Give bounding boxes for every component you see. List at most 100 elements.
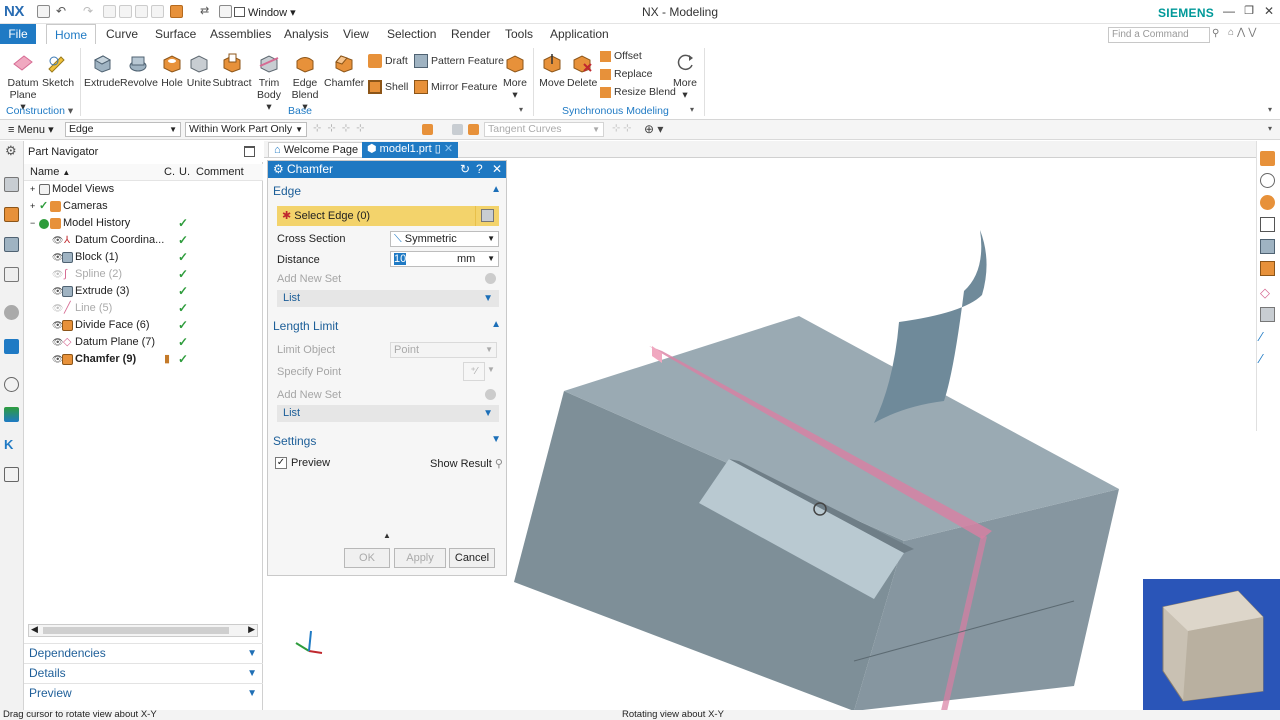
edge-blend-button[interactable]: Edge Blend ▾ <box>288 52 322 113</box>
web-browser-icon[interactable] <box>4 339 19 354</box>
orient-view-icon[interactable] <box>1260 239 1275 254</box>
tree-row-model-views[interactable]: + Model Views <box>24 181 263 198</box>
tree-row-block[interactable]: 👁 Block (1) ✓ <box>24 249 263 266</box>
shell-button[interactable]: Shell <box>368 80 408 94</box>
ok-button[interactable]: OK <box>344 548 390 568</box>
section-length-limit-header[interactable]: Length Limit ▲ <box>273 319 501 333</box>
ribbon-options-icon[interactable]: ⌂⋀⋁ <box>1228 27 1259 38</box>
hole-button[interactable]: Hole <box>158 52 186 89</box>
tab-analysis[interactable]: Analysis <box>284 27 329 41</box>
datum-filter-icon[interactable]: ◇ <box>1260 285 1275 300</box>
feature-filter-icon[interactable] <box>468 124 479 135</box>
add-new-set-icon-2[interactable] <box>485 389 496 400</box>
tab-model1-prt[interactable]: ⬢ model1.prt ▯ ✕ <box>362 142 459 158</box>
tree-row-line[interactable]: 👁 ╱ Line (5) ✓ <box>24 300 263 317</box>
window-menu[interactable]: Window ▾ <box>234 6 296 19</box>
cut-icon[interactable] <box>103 5 116 18</box>
tree-row-extrude[interactable]: 👁 Extrude (3) ✓ <box>24 283 263 300</box>
switch-window-icon[interactable] <box>219 5 232 18</box>
minimize-icon[interactable]: — <box>1221 4 1237 18</box>
tab-file[interactable]: File <box>0 24 36 44</box>
extrude-button[interactable]: Extrude <box>84 52 120 89</box>
tree-row-model-history[interactable]: − Model History ✓ <box>24 215 263 232</box>
sketch-button[interactable]: Sketch <box>42 52 74 89</box>
tab-surface[interactable]: Surface <box>155 27 196 41</box>
hd3d-tools-icon[interactable] <box>4 305 19 320</box>
mirror-feature-button[interactable]: Mirror Feature <box>414 80 498 94</box>
group-construction[interactable]: Construction ▾ <box>6 105 73 117</box>
roles-icon[interactable]: K <box>4 437 19 452</box>
curve-filter-icon[interactable]: ∕ <box>1260 329 1275 344</box>
selection-tools-icons[interactable]: ⊹⊹⊹⊹ <box>313 123 371 134</box>
revolve-button[interactable]: Revolve <box>120 52 158 89</box>
pattern-feature-button[interactable]: Pattern Feature <box>414 54 504 68</box>
copy-icon[interactable] <box>119 5 132 18</box>
offset-region-button[interactable]: Offset <box>600 50 642 62</box>
tab-application[interactable]: Application <box>550 27 609 41</box>
hide-show-icon[interactable] <box>1260 173 1275 188</box>
constraint-navigator-icon[interactable] <box>4 207 19 222</box>
point-dialog-icon[interactable]: ⁺⁄ <box>463 362 485 381</box>
find-command-input[interactable]: Find a Command <box>1108 27 1210 43</box>
preview-checkbox[interactable]: ✓ <box>275 457 287 469</box>
add-new-set-icon[interactable] <box>485 273 496 284</box>
process-studio-icon[interactable] <box>4 407 19 422</box>
limit-object-select[interactable]: Point ▼ <box>390 342 497 358</box>
select-edge-row[interactable]: ✱ Select Edge (0) <box>277 206 475 226</box>
help-icon[interactable]: ? <box>476 161 483 178</box>
select-edge-button[interactable] <box>475 206 499 226</box>
menu-button[interactable]: ≡ Menu ▾ <box>8 123 54 136</box>
undo-icon[interactable]: ↶ <box>56 4 66 18</box>
cross-section-select[interactable]: ⟍ Symmetric ▼ <box>390 231 499 247</box>
show-result-button[interactable]: Show Result ⚲ <box>430 457 503 470</box>
close-icon[interactable]: ✕ <box>1261 4 1277 18</box>
navigator-horizontal-scrollbar[interactable]: ◀ ▶ <box>28 624 258 637</box>
fit-view-icon[interactable] <box>1260 217 1275 232</box>
section-edge-header[interactable]: Edge ▲ <box>273 184 501 198</box>
stop-at-intersection-icon[interactable]: ⊹ ⊹ <box>612 123 632 134</box>
column-u[interactable]: U. <box>179 166 190 178</box>
curve-rule-select[interactable]: Tangent Curves ▼ <box>484 122 604 137</box>
line-filter-icon[interactable]: ⁄ <box>1260 351 1275 366</box>
tab-assemblies[interactable]: Assemblies <box>210 27 271 41</box>
part-navigator-icon[interactable] <box>4 237 19 252</box>
snap-icon[interactable] <box>422 124 433 135</box>
tab-curve[interactable]: Curve <box>106 27 138 41</box>
unite-button[interactable]: Unite <box>184 52 214 89</box>
cancel-button[interactable]: Cancel <box>449 548 495 568</box>
system-scenes-icon[interactable] <box>4 467 19 482</box>
tree-row-chamfer[interactable]: 👁 Chamfer (9) ▮ ✓ <box>24 351 263 368</box>
point-dropdown-icon[interactable]: ▼ <box>487 365 495 374</box>
tab-selection[interactable]: Selection <box>387 27 436 41</box>
section-view-icon[interactable] <box>1260 261 1275 276</box>
section-settings-header[interactable]: Settings ▼ <box>273 434 501 448</box>
tab-tools[interactable]: Tools <box>505 27 533 41</box>
body-filter-icon[interactable] <box>452 124 463 135</box>
draft-button[interactable]: Draft <box>368 54 408 68</box>
shaded-with-edges-icon[interactable] <box>1260 151 1275 166</box>
apply-button[interactable]: Apply <box>394 548 446 568</box>
shape-icon[interactable] <box>170 5 183 18</box>
collapse-dialog-icon[interactable]: ▲ <box>383 531 391 540</box>
column-c[interactable]: C. <box>164 166 175 178</box>
panel-preview[interactable]: Preview ▼ <box>24 683 263 702</box>
ribbon-options-dropdown[interactable]: ▾ <box>1268 105 1272 114</box>
tree-row-spline[interactable]: 👁 ∫ Spline (2) ✓ <box>24 266 263 283</box>
render-style-icon[interactable] <box>1260 195 1275 210</box>
tab-render[interactable]: Render <box>451 27 490 41</box>
close-dialog-icon[interactable]: ✕ <box>492 161 502 178</box>
type-filter-select[interactable]: Edge ▼ <box>65 122 181 137</box>
repeat-command-icon[interactable]: ⇄ <box>200 4 209 17</box>
settings-gear-icon[interactable]: ⚙ <box>5 143 17 159</box>
save-icon[interactable] <box>37 5 50 18</box>
distance-input[interactable]: 10 mm ▼ <box>390 251 499 267</box>
solid-body-filter-icon[interactable] <box>1260 307 1275 322</box>
restore-icon[interactable]: ❐ <box>1241 4 1257 17</box>
history-icon[interactable] <box>4 377 19 392</box>
list-toggle-2[interactable]: List ▼ <box>277 405 499 422</box>
assembly-navigator-icon[interactable] <box>4 177 19 192</box>
more-base-button[interactable]: More ▾ <box>500 52 530 101</box>
more-sync-button[interactable]: More ▾ <box>670 52 700 101</box>
base-group-dropdown[interactable]: ▾ <box>519 105 523 114</box>
reuse-library-icon[interactable] <box>4 267 19 282</box>
